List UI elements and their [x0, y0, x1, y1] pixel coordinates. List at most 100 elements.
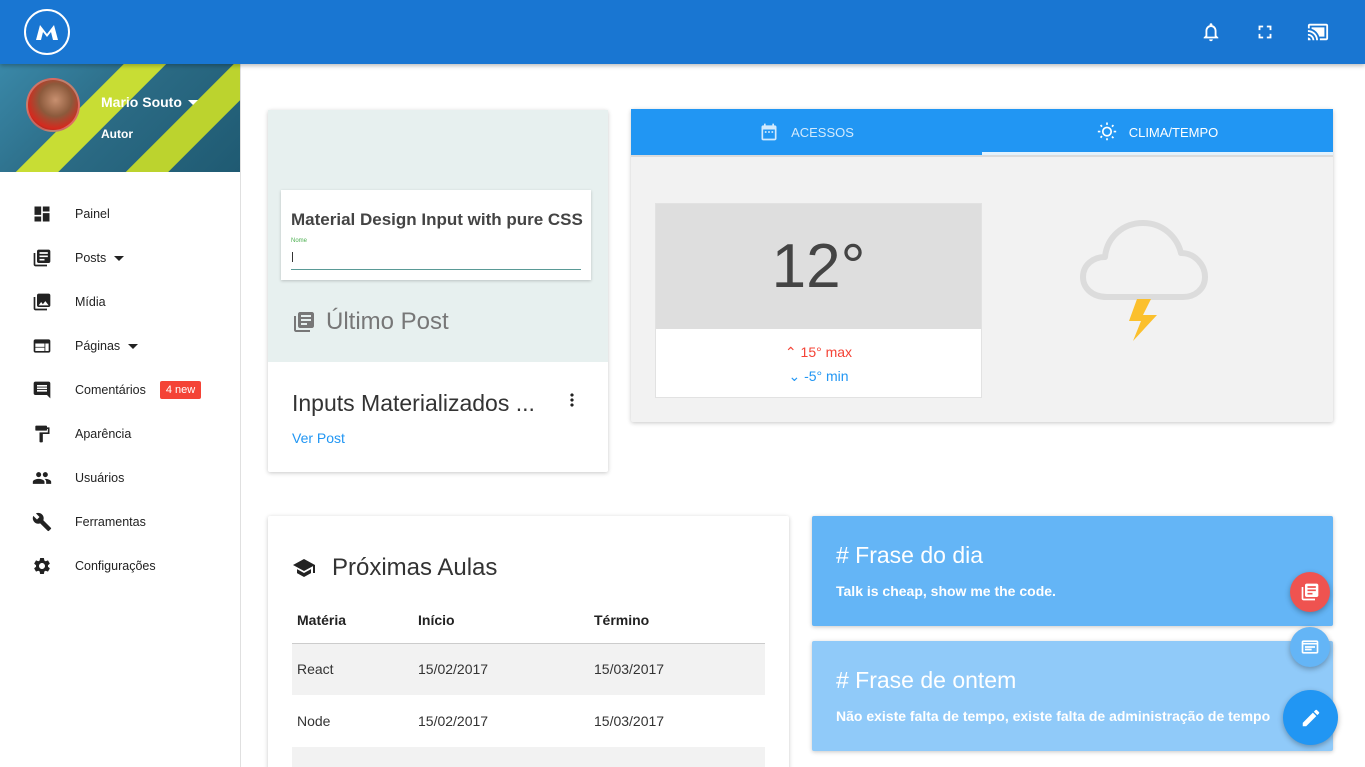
sidebar-nav: Painel Posts Mídia Páginas Comentários 4… [0, 192, 240, 588]
fullscreen-icon[interactable] [1253, 20, 1277, 44]
sidebar-item-painel[interactable]: Painel [0, 192, 240, 236]
last-post-label-text: Último Post [326, 308, 449, 335]
new-comments-badge: 4 new [159, 381, 202, 399]
current-temperature: 12° [656, 204, 981, 329]
sidebar-item-label: Mídia [75, 295, 106, 309]
more-vert-icon[interactable] [562, 390, 582, 410]
max-temperature: ⌃ 15° max [656, 344, 981, 361]
profile-name-dropdown[interactable]: Mario Souto [101, 94, 198, 110]
quote-text: Talk is cheap, show me the code. [836, 583, 1056, 599]
dashboard-icon [32, 204, 52, 224]
media-icon [32, 292, 52, 312]
table-cell: 15/03/2017 [594, 713, 665, 729]
avatar[interactable] [26, 78, 80, 132]
posts-icon [294, 312, 314, 332]
table-cell: 15/02/2017 [418, 713, 489, 729]
post-title: Inputs Materializados ... [292, 390, 535, 416]
calendar-icon [761, 123, 777, 141]
temperature-panel: 12° ⌃ 15° max ⌄ -5° min [655, 203, 982, 398]
posts-icon [32, 248, 52, 268]
quote-text: Não existe falta de tempo, existe falta … [836, 708, 1271, 724]
tab-label: CLIMA/TEMPO [1128, 124, 1219, 140]
gear-icon [32, 556, 52, 576]
profile-name: Mario Souto [101, 94, 182, 110]
chevron-down-icon [128, 343, 139, 349]
table-cell [413, 747, 589, 767]
upcoming-classes-header: Próximas Aulas [292, 554, 497, 582]
view-post-link[interactable]: Ver Post [292, 430, 345, 446]
last-post-label: Último Post [292, 308, 449, 336]
column-header: Matéria [292, 598, 413, 644]
sidebar-item-label: Configurações [75, 559, 156, 573]
table-cell [292, 747, 413, 767]
chevron-down-icon [114, 255, 125, 261]
tab-acessos[interactable]: ACESSOS [631, 109, 982, 155]
table-cell: React [292, 643, 413, 695]
new-page-fab[interactable] [1290, 627, 1330, 667]
weather-card: ACESSOS CLIMA/TEMPO 12° ⌃ 15° max ⌄ -5° … [631, 109, 1333, 422]
chevron-down-icon: ⌄ [788, 368, 801, 384]
post-thumbnail[interactable]: Material Design Input with pure CSS Nome [281, 190, 591, 280]
quote-of-the-day-card: # Frase do dia Talk is cheap, show me th… [812, 516, 1333, 626]
sidebar-item-paginas[interactable]: Páginas [0, 324, 240, 368]
upcoming-classes-card: Próximas Aulas Matéria Início Término Re… [268, 516, 789, 767]
top-app-bar [0, 0, 1365, 64]
min-temperature: ⌄ -5° min [656, 368, 981, 385]
m-logo-icon[interactable] [24, 9, 70, 55]
sidebar-item-label: Ferramentas [75, 515, 146, 529]
quote-of-yesterday-card: # Frase de ontem Não existe falta de tem… [812, 641, 1333, 751]
table-cell: 15/02/2017 [413, 643, 589, 695]
sidebar-item-label: Usuários [75, 471, 125, 485]
sidebar-item-label: Painel [75, 207, 110, 221]
profile-role: Autor [101, 127, 133, 141]
tab-label: ACESSOS [791, 124, 854, 140]
page-fab-icon [1301, 640, 1319, 654]
users-icon [32, 468, 52, 488]
sidebar-item-aparencia[interactable]: Aparência [0, 412, 240, 456]
pencil-icon [1302, 709, 1319, 726]
max-temperature-text: 15° max [800, 344, 853, 360]
table-row[interactable] [292, 747, 765, 767]
sidebar-item-configuracoes[interactable]: Configurações [0, 544, 240, 588]
table-cell [589, 747, 765, 767]
column-header: Início [413, 598, 589, 644]
table-row[interactable]: React 15/02/2017 15/03/2017 [292, 643, 765, 695]
table-cell: Node [297, 713, 331, 729]
sidebar-item-ferramentas[interactable]: Ferramentas [0, 500, 240, 544]
chevron-down-icon [187, 99, 198, 105]
weather-tabs: ACESSOS CLIMA/TEMPO [631, 109, 1333, 155]
paint-roller-icon [32, 424, 52, 444]
min-temperature-text: -5° min [804, 368, 849, 384]
sidebar-item-posts[interactable]: Posts [0, 236, 240, 280]
sidebar-item-usuarios[interactable]: Usuários [0, 456, 240, 500]
pages-icon [32, 336, 52, 356]
thumbnail-field-label: Nome [291, 238, 308, 244]
post-cover: Material Design Input with pure CSS Nome… [268, 110, 608, 362]
sidebar-item-comentarios[interactable]: Comentários 4 new [0, 368, 240, 412]
last-post-card: Material Design Input with pure CSS Nome… [268, 110, 608, 472]
table-header-row: Matéria Início Término [292, 598, 765, 644]
sidebar-item-label: Posts [75, 251, 107, 265]
storm-cloud-icon [1080, 220, 1208, 341]
comments-icon [32, 380, 52, 400]
sidebar-item-label: Páginas [75, 339, 121, 353]
thumbnail-cursor [292, 252, 293, 262]
new-post-fab[interactable] [1290, 572, 1330, 612]
classes-table: Matéria Início Término React 15/02/2017 … [292, 598, 765, 767]
chevron-up-icon: ⌃ [784, 344, 797, 360]
graduation-cap-icon [293, 559, 315, 577]
edit-fab[interactable] [1283, 690, 1338, 745]
profile-header: Mario Souto Autor [0, 64, 240, 172]
thumbnail-title: Material Design Input with pure CSS [291, 210, 583, 229]
m-logo-glyph [36, 25, 58, 40]
sidebar-item-midia[interactable]: Mídia [0, 280, 240, 324]
cast-icon[interactable] [1306, 20, 1330, 44]
thumbnail-input-line [291, 269, 581, 270]
post-fab-icon [1301, 583, 1319, 601]
bell-icon[interactable] [1199, 20, 1223, 44]
tab-clima-tempo[interactable]: CLIMA/TEMPO [982, 109, 1333, 155]
table-row[interactable]: Node 15/02/2017 15/03/2017 [292, 695, 765, 747]
quote-title: # Frase do dia [836, 542, 984, 568]
quote-title: # Frase de ontem [836, 667, 1017, 693]
sidebar-item-label: Comentários [75, 383, 146, 397]
